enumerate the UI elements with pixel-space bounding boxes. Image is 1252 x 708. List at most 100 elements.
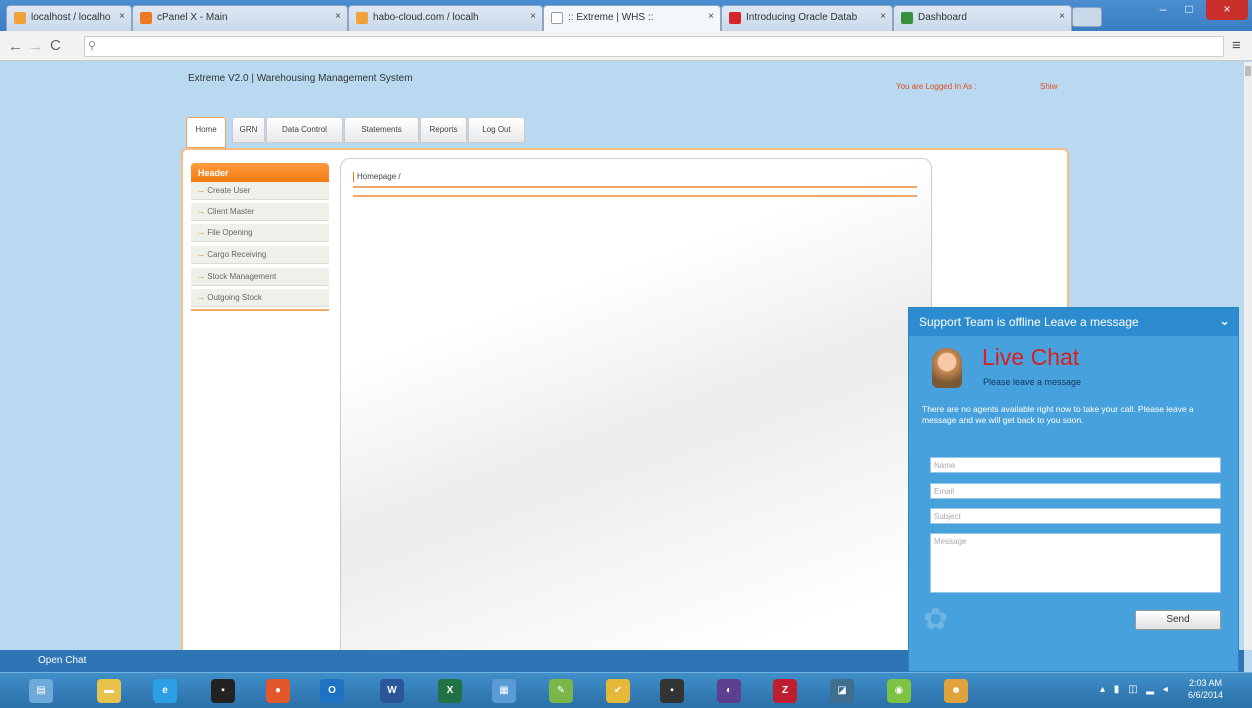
sidebar-item-create-user[interactable]: → Create User: [191, 182, 329, 200]
windows-explorer-icon[interactable]: ▤: [29, 679, 53, 703]
tab-favicon-icon: [551, 12, 563, 24]
tab-label: Introducing Oracle Datab: [746, 12, 858, 23]
sidebar-item-label: Cargo Receiving: [207, 250, 267, 259]
main-panel: [340, 158, 932, 650]
tab-label: :: Extreme | WHS ::: [568, 12, 654, 23]
maximize-button[interactable]: □: [1176, 0, 1202, 20]
sidebar-item-outgoing-stock[interactable]: → Outgoing Stock: [191, 289, 329, 307]
breadcrumb-label: Homepage /: [357, 172, 401, 182]
chat-logo: ✿: [923, 600, 1113, 640]
nav-tab-reports[interactable]: Reports: [420, 117, 467, 143]
sidebar-item-label: Stock Management: [207, 272, 277, 281]
chat-offline-message: There are no agents available right now …: [922, 404, 1194, 425]
tab-close-icon[interactable]: ×: [1059, 11, 1065, 22]
open-chat-bar[interactable]: Open Chat: [0, 650, 908, 672]
tab-favicon-icon: [356, 12, 368, 24]
arrow-icon: →: [197, 272, 208, 281]
subject-field[interactable]: Subject: [930, 508, 1221, 524]
sidebar-item-label: Create User: [207, 186, 251, 195]
users-icon[interactable]: ☻: [944, 679, 968, 703]
reload-icon[interactable]: C: [50, 37, 61, 54]
tab-label: localhost / localhost | phy: [31, 12, 111, 23]
arrow-icon: →: [197, 186, 208, 195]
windows-taskbar: ▤ ▬ e ▪ ● O W X ▦ ✎ ✔ ▪ ◐ Z ◪ ◉ ☻ ▴ ▮ ◫ ▂ ◂ 2:03 AM 6/6/…: [0, 672, 1252, 708]
sidebar-item-label: File Opening: [207, 228, 253, 237]
excel-icon[interactable]: X: [438, 679, 462, 703]
terminal-icon[interactable]: ▪: [660, 679, 684, 703]
sql-tool-icon[interactable]: ◪: [830, 679, 854, 703]
search-icon: ⚲: [88, 40, 97, 52]
filezilla-icon[interactable]: Z: [773, 679, 797, 703]
system-tray[interactable]: ▴ ▮ ◫ ▂ ◂: [1100, 684, 1171, 695]
app-title: Extreme V2.0 | Warehousing Management Sy…: [188, 73, 413, 84]
minimize-button[interactable]: –: [1150, 0, 1176, 20]
forward-arrow-icon[interactable]: →: [28, 38, 43, 55]
tasks-icon[interactable]: ✔: [606, 679, 630, 703]
browser-tab[interactable]: Introducing Oracle Datab ×: [721, 5, 893, 31]
arrow-icon: →: [197, 228, 208, 237]
tab-close-icon[interactable]: ×: [530, 11, 536, 22]
eclipse-icon[interactable]: ◐: [717, 679, 741, 703]
command-prompt-icon[interactable]: ▪: [211, 679, 235, 703]
breadcrumb: Homepage /: [353, 172, 401, 182]
send-button[interactable]: Send: [1135, 610, 1221, 630]
sidebar-item-file-opening[interactable]: → File Opening: [191, 224, 329, 242]
chrome-icon[interactable]: ●: [266, 679, 290, 703]
new-tab-button[interactable]: [1072, 7, 1102, 27]
close-window-button[interactable]: ×: [1206, 0, 1248, 20]
nav-tab-grn[interactable]: GRN: [232, 117, 265, 143]
back-arrow-icon[interactable]: ←: [8, 38, 23, 55]
nav-tab-statements[interactable]: Statements: [344, 117, 419, 143]
browser-tab-active[interactable]: :: Extreme | WHS :: ×: [543, 5, 721, 31]
internet-explorer-icon[interactable]: e: [153, 679, 177, 703]
sidebar-item-cargo-receiving[interactable]: → Cargo Receiving: [191, 246, 329, 264]
arrow-icon: →: [197, 293, 208, 302]
name-field[interactable]: Name: [930, 457, 1221, 473]
tab-close-icon[interactable]: ×: [335, 11, 341, 22]
tab-close-icon[interactable]: ×: [880, 11, 886, 22]
menu-icon[interactable]: ≡: [1232, 37, 1241, 54]
chevron-down-icon[interactable]: ⌄: [1219, 313, 1230, 329]
tab-close-icon[interactable]: ×: [708, 11, 714, 22]
open-chat-bar-edge: [1239, 650, 1244, 672]
browser-tab[interactable]: Dashboard ×: [893, 5, 1072, 31]
logged-in-label: You are Logged In As :: [896, 82, 977, 91]
tab-close-icon[interactable]: ×: [119, 11, 125, 22]
network-icon[interactable]: ▦: [492, 679, 516, 703]
scrollbar-thumb[interactable]: [1245, 66, 1251, 76]
email-field[interactable]: Email: [930, 483, 1221, 499]
file-explorer-icon[interactable]: ▬: [97, 679, 121, 703]
arrow-icon: →: [197, 250, 208, 259]
tab-label: Dashboard: [918, 12, 967, 23]
chat-brand: Live Chat: [982, 344, 1080, 370]
browser-toolbar: ← → C ⚲ ≡: [0, 31, 1252, 61]
outlook-icon[interactable]: O: [320, 679, 344, 703]
browser-tab[interactable]: localhost / localhost | phy ×: [6, 5, 132, 31]
browser-tab[interactable]: cPanel X - Main ×: [132, 5, 348, 31]
tab-label: habo-cloud.com / localh: [373, 12, 479, 23]
taskbar-clock[interactable]: 2:03 AM 6/6/2014: [1188, 677, 1223, 701]
agent-avatar: [932, 348, 962, 388]
tab-favicon-icon: [140, 12, 152, 24]
sidebar-item-label: Client Master: [207, 207, 255, 216]
nav-tab-home[interactable]: Home: [186, 117, 226, 148]
word-icon[interactable]: W: [380, 679, 404, 703]
browser-tab[interactable]: habo-cloud.com / localh ×: [348, 5, 543, 31]
chat-header[interactable]: Support Team is offline Leave a message …: [909, 308, 1238, 336]
tab-favicon-icon: [14, 12, 26, 24]
sidebar-item-label: Outgoing Stock: [207, 293, 262, 302]
paint-icon[interactable]: ✎: [549, 679, 573, 703]
divider: [353, 186, 917, 188]
live-chat-widget: Support Team is offline Leave a message …: [908, 307, 1239, 672]
feed-icon[interactable]: ◉: [887, 679, 911, 703]
vertical-scrollbar[interactable]: [1244, 62, 1252, 650]
address-bar[interactable]: [84, 36, 1224, 57]
nav-tab-data-control[interactable]: Data Control: [266, 117, 343, 143]
sidebar-item-stock-management[interactable]: → Stock Management: [191, 268, 329, 286]
sidebar-item-client-master[interactable]: → Client Master: [191, 203, 329, 221]
tab-favicon-icon: [901, 12, 913, 24]
message-field[interactable]: Message: [930, 533, 1221, 593]
tab-label: cPanel X - Main: [157, 12, 228, 23]
clock-time: 2:03 AM: [1189, 678, 1223, 688]
nav-tab-log-out[interactable]: Log Out: [468, 117, 525, 143]
